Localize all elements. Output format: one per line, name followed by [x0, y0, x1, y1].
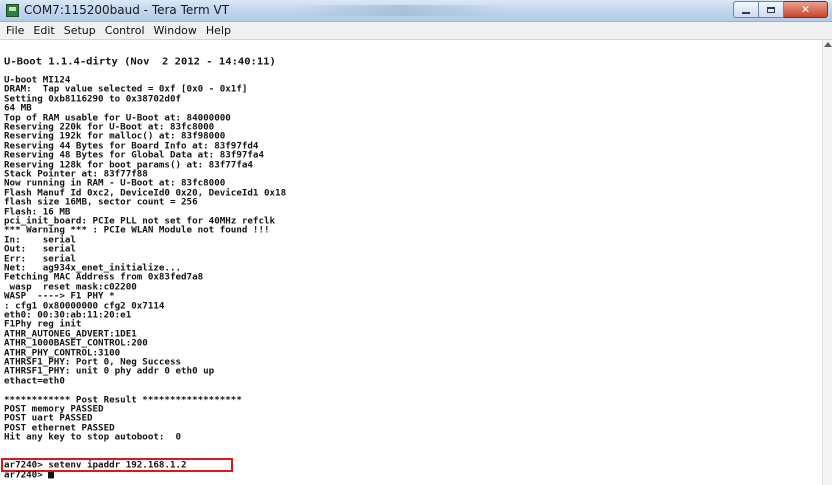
uboot-header: U-Boot 1.1.4-dirty (Nov 2 2012 - 14:40:1…	[4, 56, 276, 68]
prompt-text: ar7240>	[4, 470, 49, 481]
title-bar[interactable]: COM7:115200baud - Tera Term VT ✕	[0, 0, 832, 22]
menu-setup[interactable]: Setup	[64, 24, 96, 37]
title-bar-blur	[290, 5, 510, 16]
terminal-line: Out: serial	[4, 244, 76, 255]
command-line: ar7240> setenv ipaddr 192.168.1.2	[4, 460, 187, 471]
teraterm-icon	[6, 4, 19, 17]
terminal-line: Flash: 16 MB	[4, 206, 71, 217]
text-cursor	[48, 471, 55, 479]
maximize-icon	[767, 6, 775, 13]
terminal-line: Fetching MAC Address from 0x83fed7a8	[4, 272, 204, 283]
terminal-line: WASP ----> F1 PHY *	[4, 291, 115, 302]
menu-window[interactable]: Window	[154, 24, 197, 37]
terminal-line: F1Phy reg init	[4, 319, 82, 330]
terminal-line: Reserving 128k for boot params() at: 83f…	[4, 159, 253, 170]
minimize-icon	[742, 11, 750, 14]
menu-bar: File Edit Setup Control Window Help	[0, 22, 832, 40]
terminal-line: flash size 16MB, sector count = 256	[4, 197, 198, 208]
prompt-line: ar7240>	[4, 470, 55, 481]
terminal-line: Err: serial	[4, 253, 76, 264]
terminal-line: 64 MB	[4, 103, 32, 114]
menu-help[interactable]: Help	[206, 24, 231, 37]
vertical-scrollbar[interactable]	[822, 40, 832, 485]
terminal-line: ATHR_PHY_CONTROL:3100	[4, 347, 121, 358]
terminal-screen[interactable]: U-Boot 1.1.4-dirty (Nov 2 2012 - 14:40:1…	[0, 40, 822, 485]
terminal-line: Hit any key to stop autoboot: 0	[4, 432, 182, 443]
terminal-line: ATHR_1000BASET_CONTROL:200	[4, 338, 148, 349]
maximize-button[interactable]	[759, 1, 784, 18]
close-icon: ✕	[800, 3, 811, 16]
terminal-line: Top of RAM usable for U-Boot at: 8400000…	[4, 112, 231, 123]
window-controls: ✕	[733, 1, 828, 19]
menu-file[interactable]: File	[6, 24, 24, 37]
window-title: COM7:115200baud - Tera Term VT	[24, 3, 230, 17]
terminal-line: ************ Post Result ***************…	[4, 394, 242, 405]
terminal-line: ATHRSF1_PHY: unit 0 phy addr 0 eth0 up	[4, 366, 215, 377]
terminal-line: *** Warning *** : PCIe WLAN Module not f…	[4, 225, 270, 236]
terminal-line: POST uart PASSED	[4, 413, 93, 424]
menu-edit[interactable]: Edit	[33, 24, 54, 37]
terminal-line: Now running in RAM - U-Boot at: 83fc8000	[4, 178, 226, 189]
terminal-line: Reserving 192k for malloc() at: 83f98000	[4, 131, 226, 142]
minimize-button[interactable]	[733, 1, 759, 18]
close-button[interactable]: ✕	[784, 1, 828, 18]
scroll-up-arrow-icon[interactable]	[824, 42, 832, 47]
terminal-line: ethact=eth0	[4, 375, 65, 387]
terminal-line: Reserving 48 Bytes for Global Data at: 8…	[4, 150, 264, 161]
terminal-line: DRAM: Tap value selected = 0xf [0x0 - 0x…	[4, 84, 248, 95]
menu-control[interactable]: Control	[105, 24, 145, 37]
terminal-line: : cfg1 0x80000000 cfg2 0x7114	[4, 300, 165, 311]
